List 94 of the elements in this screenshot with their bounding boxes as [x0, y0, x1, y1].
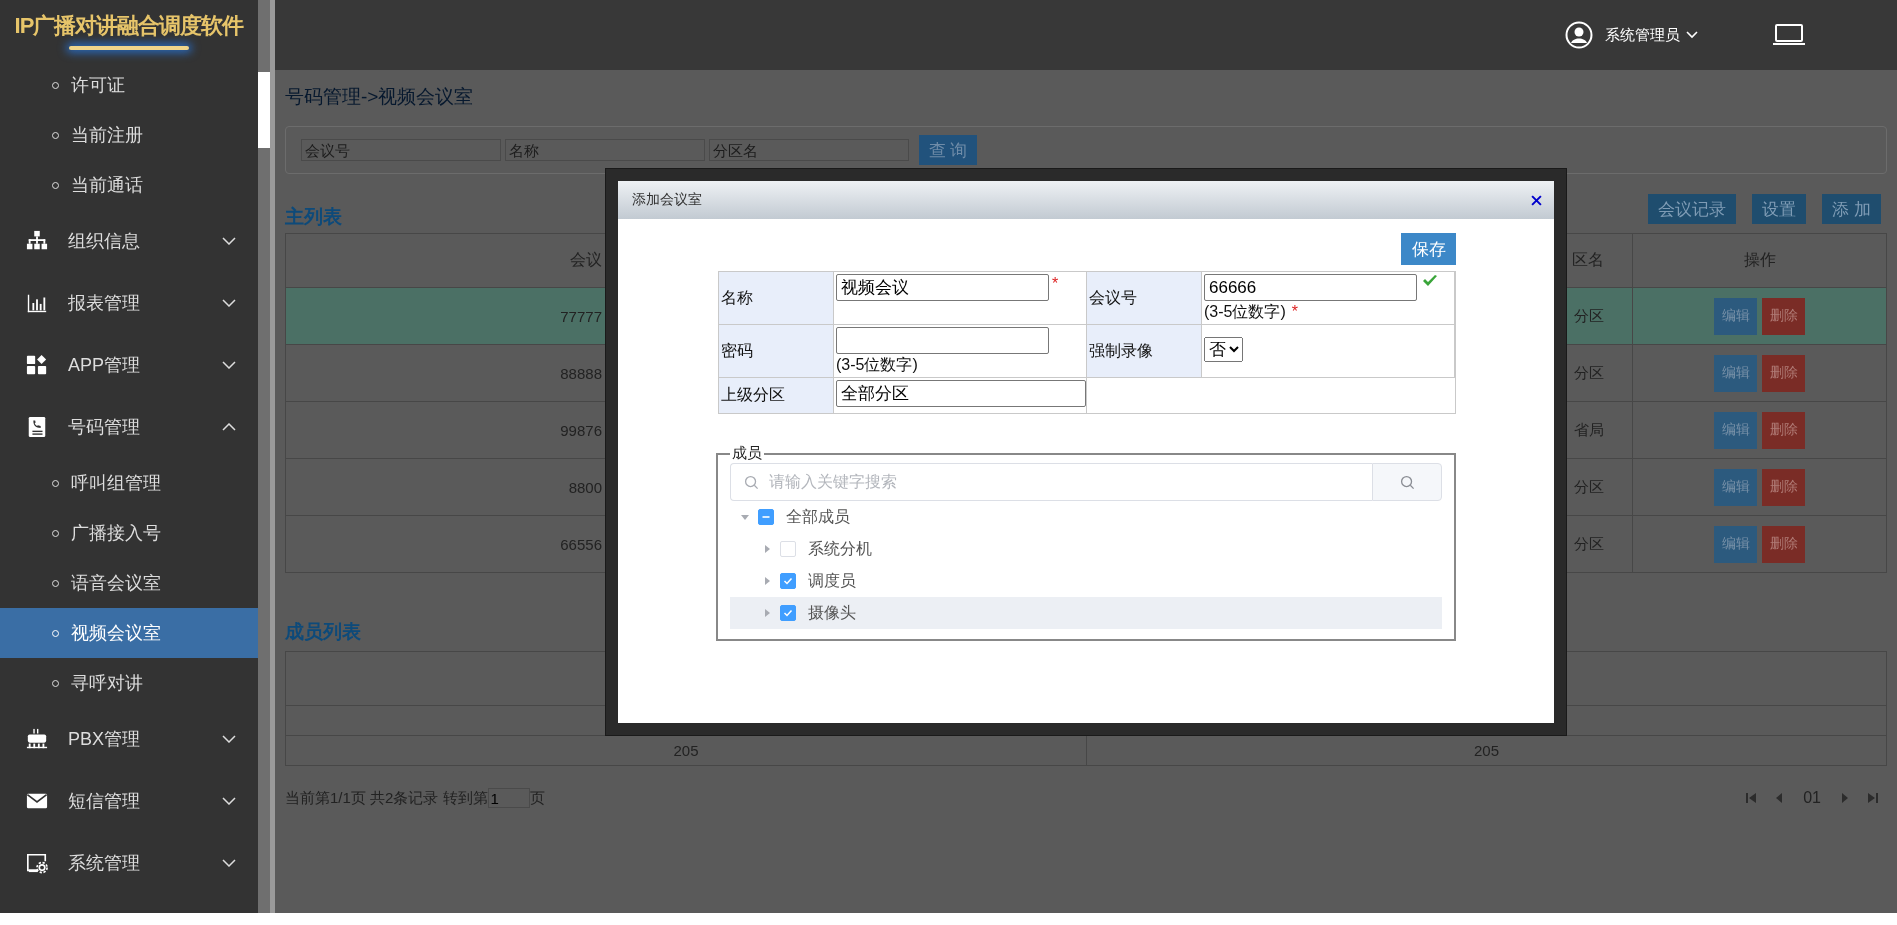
table-cell: 分区 [1574, 306, 1604, 326]
breadcrumb: 号码管理->视频会议室 [285, 85, 475, 109]
field-label: 强制录像 [1089, 340, 1153, 361]
sidebar-item[interactable]: 广播接入号 [0, 508, 258, 558]
table-cell: 分区 [1574, 477, 1604, 497]
text-field[interactable]: 全部分区 [836, 380, 1086, 407]
sitemap-icon [26, 230, 48, 252]
caret-right-icon[interactable] [762, 544, 772, 554]
sidebar-group[interactable]: 组织信息 [0, 210, 258, 272]
filter-field[interactable]: 名称 [505, 139, 705, 161]
sidebar-group[interactable]: 报表管理 [0, 272, 258, 334]
sidebar-group[interactable]: 系统管理 [0, 832, 258, 894]
required-mark: * [1052, 274, 1059, 294]
required-mark: * [1291, 302, 1298, 322]
sidebar-item[interactable]: 当前注册 [0, 110, 258, 160]
chevron-down-icon [222, 237, 236, 245]
tree-node[interactable]: 全部成员 [730, 501, 1442, 533]
text-field[interactable]: 视频会议 [836, 274, 1049, 301]
table-cell: 88888 [560, 364, 602, 382]
search-field[interactable]: 请输入关键字搜索 [730, 463, 1372, 501]
chevron-up-icon [222, 423, 236, 431]
sidebar-group[interactable]: PBX管理 [0, 708, 258, 770]
field-label: 上级分区 [721, 385, 785, 405]
chevron-down-icon [222, 299, 236, 307]
bar-chart-icon [26, 292, 48, 314]
checkbox[interactable] [780, 573, 796, 589]
sidebar-group[interactable]: APP管理 [0, 334, 258, 396]
caret-down-icon[interactable] [740, 512, 750, 522]
current-page: 01 [1803, 789, 1821, 807]
save-button[interactable]: 保存 [1401, 233, 1456, 265]
search-icon [744, 475, 759, 490]
table-cell: 205 [673, 742, 699, 759]
search-button[interactable] [1372, 463, 1442, 501]
first-page-icon[interactable] [1745, 792, 1758, 804]
tree-node[interactable]: 系统分机 [730, 533, 1442, 565]
search-icon [1399, 474, 1415, 490]
monitor-icon[interactable] [1773, 24, 1805, 46]
field-label: 名称 [721, 287, 753, 308]
check-mark-icon [782, 607, 794, 619]
tree-node[interactable]: 调度员 [730, 565, 1442, 597]
sidebar-item[interactable]: 呼叫组管理 [0, 458, 258, 508]
table-cell: 66556 [560, 535, 602, 553]
select-field[interactable]: 否 [1204, 337, 1243, 362]
tree-node[interactable]: 摄像头 [730, 597, 1442, 629]
chevron-down-icon [222, 361, 236, 369]
sidebar-item[interactable]: 视频会议室 [0, 608, 258, 658]
sidebar-item[interactable]: 寻呼对讲 [0, 658, 258, 708]
page-summary: 当前第1/1页 共2条记录 转到第 [285, 788, 488, 808]
phone-book-icon [26, 416, 48, 438]
field-hint: (3-5位数字) [836, 355, 918, 375]
caret-right-icon[interactable] [762, 608, 772, 618]
sidebar-group[interactable]: 短信管理 [0, 770, 258, 832]
dialog-title: 添加会议室 [632, 191, 702, 209]
table-cell: 99876 [560, 421, 602, 439]
app-title: IP广播对讲融合调度软件 [14, 11, 244, 40]
scrollbar-thumb[interactable] [258, 72, 270, 148]
sidebar-item[interactable]: 当前通话 [0, 160, 258, 210]
group-legend: 成员 [730, 444, 764, 463]
settings-icon [26, 852, 48, 874]
table-cell: 77777 [560, 307, 602, 325]
field-label: 会议号 [1089, 287, 1137, 308]
chevron-down-icon [222, 735, 236, 743]
apps-icon [26, 354, 48, 376]
sidebar-group[interactable]: 号码管理 [0, 396, 258, 458]
column-header: 区名 [1572, 250, 1604, 270]
field-label: 密码 [721, 340, 753, 361]
router-icon [26, 728, 48, 750]
table-cell: 省局 [1574, 420, 1604, 440]
last-page-icon[interactable] [1867, 792, 1879, 804]
chevron-down-icon [222, 797, 236, 805]
column-header: 操作 [1743, 250, 1776, 270]
table-cell: 8800 [568, 478, 602, 496]
caret-icon[interactable] [1686, 31, 1698, 39]
user-avatar-icon[interactable] [1565, 21, 1593, 49]
chevron-down-icon [222, 859, 236, 867]
check-mark-icon [782, 575, 794, 587]
text-field[interactable] [836, 327, 1049, 354]
caret-right-icon[interactable] [762, 576, 772, 586]
sidebar-item[interactable]: 许可证 [0, 60, 258, 110]
field-hint: (3-5位数字) [1204, 302, 1286, 322]
checkbox[interactable] [780, 605, 796, 621]
section-title: 成员列表 [285, 620, 361, 644]
filter-field[interactable]: 会议号 [301, 139, 501, 161]
column-header: 会议 [570, 250, 602, 270]
table-cell: 分区 [1574, 363, 1604, 383]
table-cell: 205 [1474, 742, 1499, 759]
page-suffix: 页 [529, 788, 545, 808]
section-title: 主列表 [285, 205, 342, 229]
filter-field[interactable]: 分区名 [709, 139, 909, 161]
user-menu[interactable]: 系统管理员 [1605, 25, 1680, 45]
sidebar-item[interactable]: 语音会议室 [0, 558, 258, 608]
text-field[interactable]: 66666 [1204, 274, 1417, 301]
table-cell: 分区 [1574, 534, 1604, 554]
close-icon[interactable] [1531, 194, 1542, 206]
